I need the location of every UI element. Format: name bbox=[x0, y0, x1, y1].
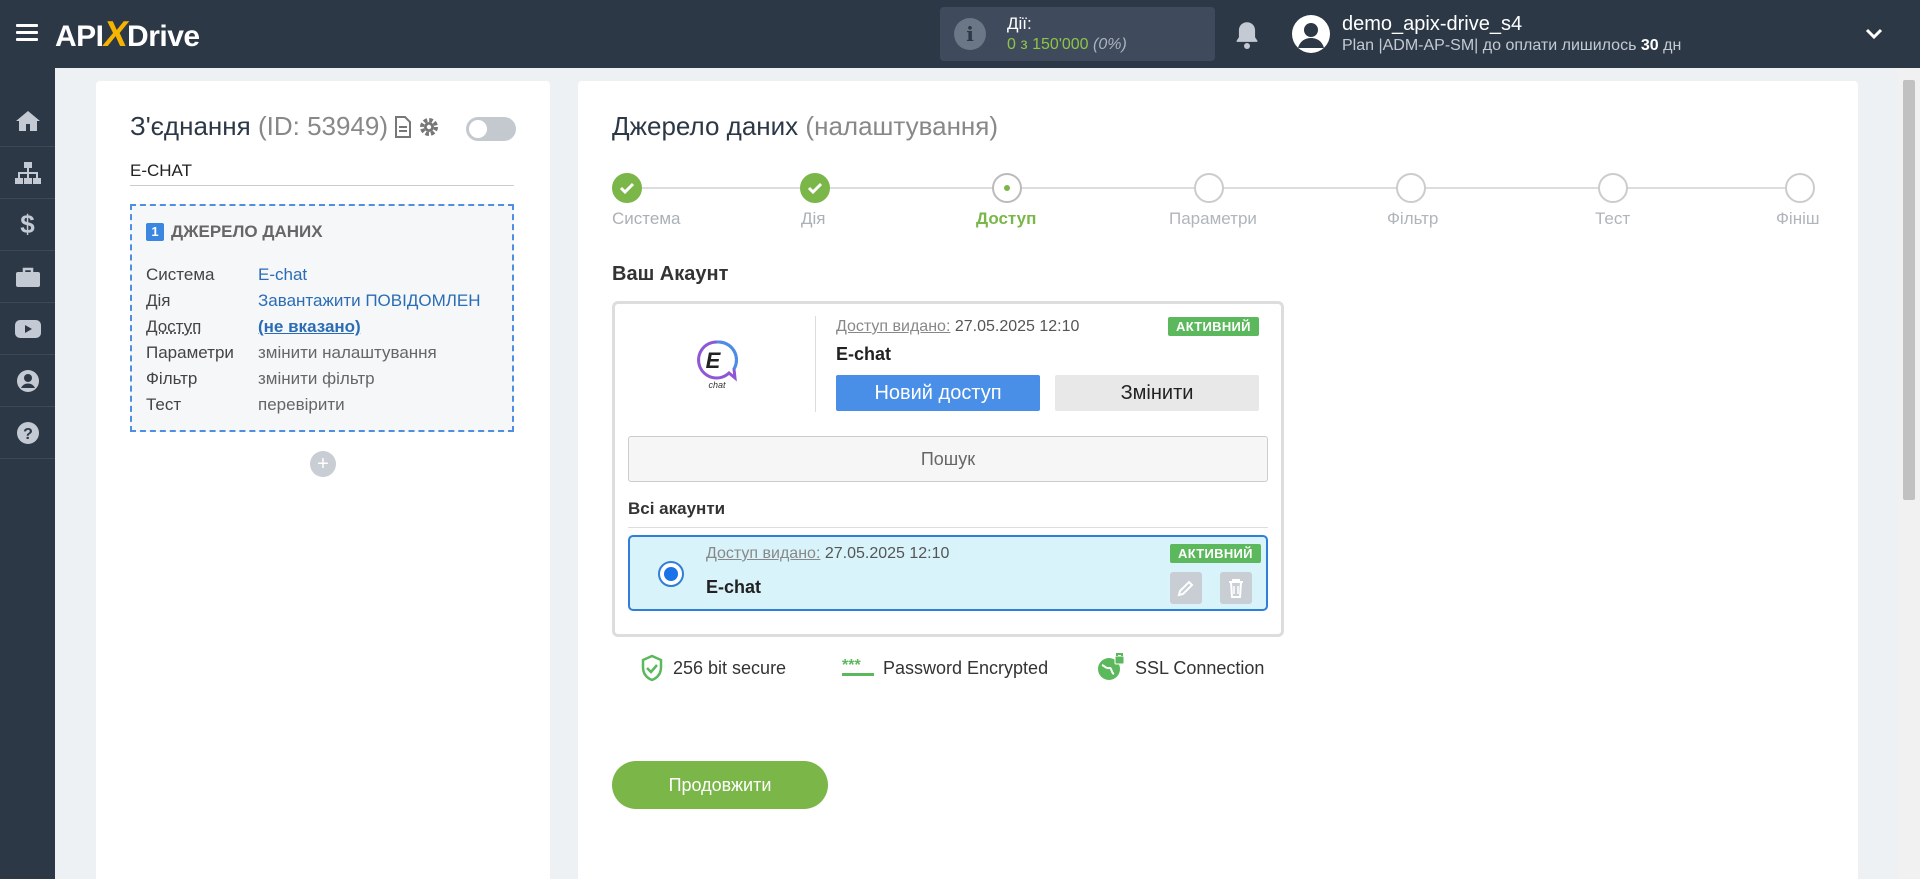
check-icon bbox=[807, 182, 823, 195]
source-row-system[interactable]: Система E-chat bbox=[146, 265, 506, 289]
sitemap-icon bbox=[14, 161, 41, 184]
sidebar: $ ? bbox=[0, 68, 55, 879]
page-title: Джерело даних (налаштування) bbox=[612, 111, 999, 141]
item-access-granted: Доступ видано: 27.05.2025 12:10 bbox=[706, 545, 950, 562]
item-account-name: E-chat bbox=[706, 577, 762, 597]
list-item[interactable]: Доступ видано: 27.05.2025 12:10 АКТИВНИЙ… bbox=[628, 535, 1268, 611]
progress-steps: Система Дія Доступ Параметри Фільтр Тест… bbox=[612, 173, 1822, 233]
sidebar-item-billing[interactable]: $ bbox=[0, 199, 55, 251]
step-label-finish: Фініш bbox=[1776, 209, 1820, 228]
main-panel: Джерело даних (налаштування) Система Дія… bbox=[578, 81, 1858, 879]
step-label-access[interactable]: Доступ bbox=[976, 209, 1036, 229]
account-box: E chat Доступ видано: 27.05.2025 12:10 А… bbox=[612, 301, 1284, 637]
step-label-action[interactable]: Дія bbox=[801, 209, 826, 229]
help-icon: ? bbox=[16, 421, 39, 444]
password-icon: *** bbox=[842, 658, 874, 676]
trash-icon bbox=[1229, 579, 1243, 598]
add-block-button[interactable]: + bbox=[310, 451, 336, 477]
step-label-params: Параметри bbox=[1169, 209, 1257, 228]
step-dot-access[interactable] bbox=[992, 173, 1022, 203]
step-dot-filter bbox=[1396, 173, 1426, 203]
divider bbox=[815, 316, 816, 412]
actions-label: Дії: bbox=[1007, 14, 1032, 33]
ssl-connection: SSL Connection bbox=[1096, 653, 1264, 683]
step-dot-system[interactable] bbox=[612, 173, 642, 203]
source-row-test[interactable]: Тест перевірити bbox=[146, 395, 506, 419]
change-button[interactable]: Змінити bbox=[1055, 375, 1259, 411]
user-icon bbox=[16, 369, 39, 392]
secure-256: 256 bit secure bbox=[640, 653, 786, 683]
svg-text:chat: chat bbox=[708, 380, 726, 390]
account-heading: Ваш Акаунт bbox=[612, 263, 729, 285]
search-input[interactable]: Пошук bbox=[628, 436, 1268, 482]
youtube-icon bbox=[14, 319, 41, 338]
briefcase-icon bbox=[15, 267, 40, 287]
source-row-access[interactable]: Доступ (не вказано) bbox=[146, 317, 506, 341]
svg-text:E: E bbox=[706, 348, 722, 373]
source-row-params[interactable]: Параметри змінити налаштування bbox=[146, 343, 506, 367]
source-row-filter[interactable]: Фільтр змінити фільтр bbox=[146, 369, 506, 393]
sidebar-item-help[interactable]: ? bbox=[0, 407, 55, 459]
status-badge: АКТИВНИЙ bbox=[1170, 544, 1261, 563]
pencil-icon bbox=[1177, 580, 1194, 597]
document-icon[interactable] bbox=[394, 116, 412, 138]
shield-icon bbox=[641, 654, 663, 682]
step-label-filter: Фільтр bbox=[1387, 209, 1439, 228]
check-icon bbox=[619, 182, 635, 195]
info-icon: i bbox=[954, 18, 986, 50]
sidebar-item-video[interactable] bbox=[0, 303, 55, 355]
bell-icon[interactable] bbox=[1233, 20, 1261, 50]
echat-logo: E chat bbox=[687, 334, 747, 394]
all-accounts-label: Всі акаунти bbox=[628, 499, 726, 518]
sidebar-item-projects[interactable] bbox=[0, 251, 55, 303]
apixdrive-logo[interactable]: APIXDrive bbox=[55, 12, 200, 56]
connection-panel: З'єднання (ID: 53949) E-CHAT 1 ДЖЕРЕЛО ДА… bbox=[96, 81, 550, 879]
dollar-icon: $ bbox=[20, 209, 35, 239]
scrollbar-thumb[interactable] bbox=[1903, 80, 1915, 500]
top-bar: APIXDrive i Дії: 0 з 150'000 (0%) demo_a… bbox=[0, 0, 1920, 68]
data-source-block[interactable]: 1 ДЖЕРЕЛО ДАНИХ Система E-chat Дія Завантаж… bbox=[130, 204, 514, 432]
edit-button[interactable] bbox=[1170, 572, 1202, 604]
step-dot-finish bbox=[1785, 173, 1815, 203]
connection-toggle[interactable] bbox=[466, 117, 516, 141]
access-granted: Доступ видано: 27.05.2025 12:10 bbox=[836, 318, 1080, 335]
continue-button[interactable]: Продовжити bbox=[612, 761, 828, 809]
connection-title: З'єднання (ID: 53949) bbox=[130, 111, 389, 141]
sidebar-item-profile[interactable] bbox=[0, 355, 55, 407]
gear-icon[interactable] bbox=[418, 116, 440, 138]
step-dot-test bbox=[1598, 173, 1628, 203]
svg-text:?: ? bbox=[23, 426, 33, 443]
chevron-down-icon[interactable] bbox=[1864, 24, 1884, 44]
source-row-action[interactable]: Дія Завантажити ПОВІДОМЛЕН bbox=[146, 291, 506, 315]
actions-counter: i Дії: 0 з 150'000 (0%) bbox=[940, 7, 1215, 61]
globe-lock-icon bbox=[1098, 653, 1125, 680]
step-dot-action[interactable] bbox=[800, 173, 830, 203]
step-label-system[interactable]: Система bbox=[612, 209, 680, 229]
svg-text:***: *** bbox=[842, 658, 861, 674]
account-name: E-chat bbox=[836, 344, 892, 364]
delete-button[interactable] bbox=[1220, 572, 1252, 604]
scrollbar[interactable] bbox=[1898, 68, 1920, 879]
divider bbox=[628, 527, 1268, 528]
new-access-button[interactable]: Новий доступ bbox=[836, 375, 1040, 411]
actions-value: 0 з 150'000 (0%) bbox=[1007, 36, 1127, 53]
user-name[interactable]: demo_apix-drive_s4 bbox=[1342, 13, 1522, 36]
connection-name-field[interactable]: E-CHAT bbox=[130, 161, 514, 186]
sidebar-item-home[interactable] bbox=[0, 95, 55, 147]
step-label-test: Тест bbox=[1595, 209, 1631, 228]
avatar[interactable] bbox=[1292, 15, 1330, 53]
sidebar-item-connections[interactable] bbox=[0, 147, 55, 199]
home-icon bbox=[15, 110, 40, 131]
status-badge: АКТИВНИЙ bbox=[1168, 317, 1259, 336]
account-radio[interactable] bbox=[658, 561, 684, 587]
user-plan: Plan |ADM-AP-SM| до оплати лишилось 30 д… bbox=[1342, 37, 1682, 54]
password-encrypted: *** Password Encrypted bbox=[842, 657, 1049, 678]
step-dot-params bbox=[1194, 173, 1224, 203]
menu-icon[interactable] bbox=[16, 24, 38, 42]
source-heading: 1 ДЖЕРЕЛО ДАНИХ bbox=[146, 222, 323, 242]
